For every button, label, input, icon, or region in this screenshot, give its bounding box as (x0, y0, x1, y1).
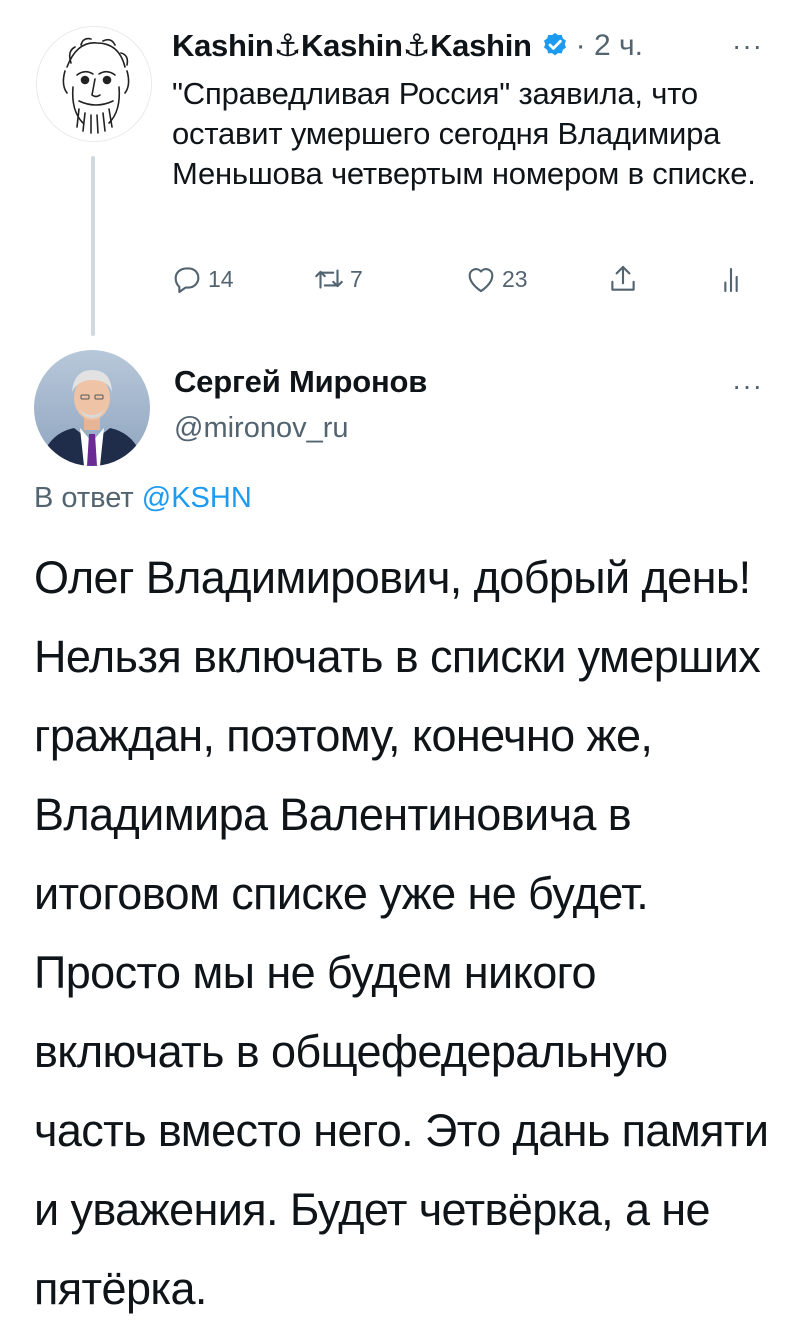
reply-prefix: В ответ (34, 482, 134, 514)
like-count: 23 (502, 265, 528, 292)
more-icon[interactable]: ··· (732, 30, 763, 62)
thread-connector-line (91, 156, 95, 336)
tweet1-timestamp[interactable]: · 2 ч. (576, 29, 643, 63)
tweet2-avatar[interactable] (34, 350, 150, 466)
tweet1-avatar[interactable] (36, 26, 152, 142)
like-button[interactable]: 23 (464, 262, 528, 296)
retweet-icon (315, 269, 343, 289)
retweet-button[interactable]: 7 (312, 262, 363, 296)
retweet-count: 7 (350, 265, 363, 292)
tweet2-text: Олег Владимирович, добрый день! Нельзя в… (34, 552, 769, 1314)
reply-button[interactable]: 14 (170, 262, 234, 296)
verified-badge-icon (543, 32, 566, 56)
profile-photo-image (34, 350, 150, 466)
tweet1-display-name[interactable]: Kashin⚓Kashin⚓Kashin (172, 28, 532, 64)
tweet2-handle[interactable]: @mironov_ru (174, 412, 349, 445)
tweet1-header: Kashin⚓Kashin⚓Kashin · 2 ч. (172, 26, 643, 66)
analytics-button[interactable] (714, 262, 748, 296)
reply-count: 14 (208, 265, 234, 292)
like-icon (468, 268, 494, 293)
reply-to-mention-link[interactable]: @KSHN (142, 482, 252, 514)
tweet1-text: "Справедливая Россия" заявила, что остав… (172, 76, 756, 191)
share-button[interactable] (606, 262, 640, 296)
analytics-icon (724, 268, 738, 293)
sketch-portrait-image (37, 27, 151, 141)
more-icon[interactable]: ··· (732, 370, 763, 402)
tweet2-display-name[interactable]: Сергей Миронов (174, 364, 427, 400)
reply-to-line: В ответ @KSHN (34, 482, 252, 515)
reply-icon (174, 267, 200, 294)
share-icon (611, 265, 635, 291)
